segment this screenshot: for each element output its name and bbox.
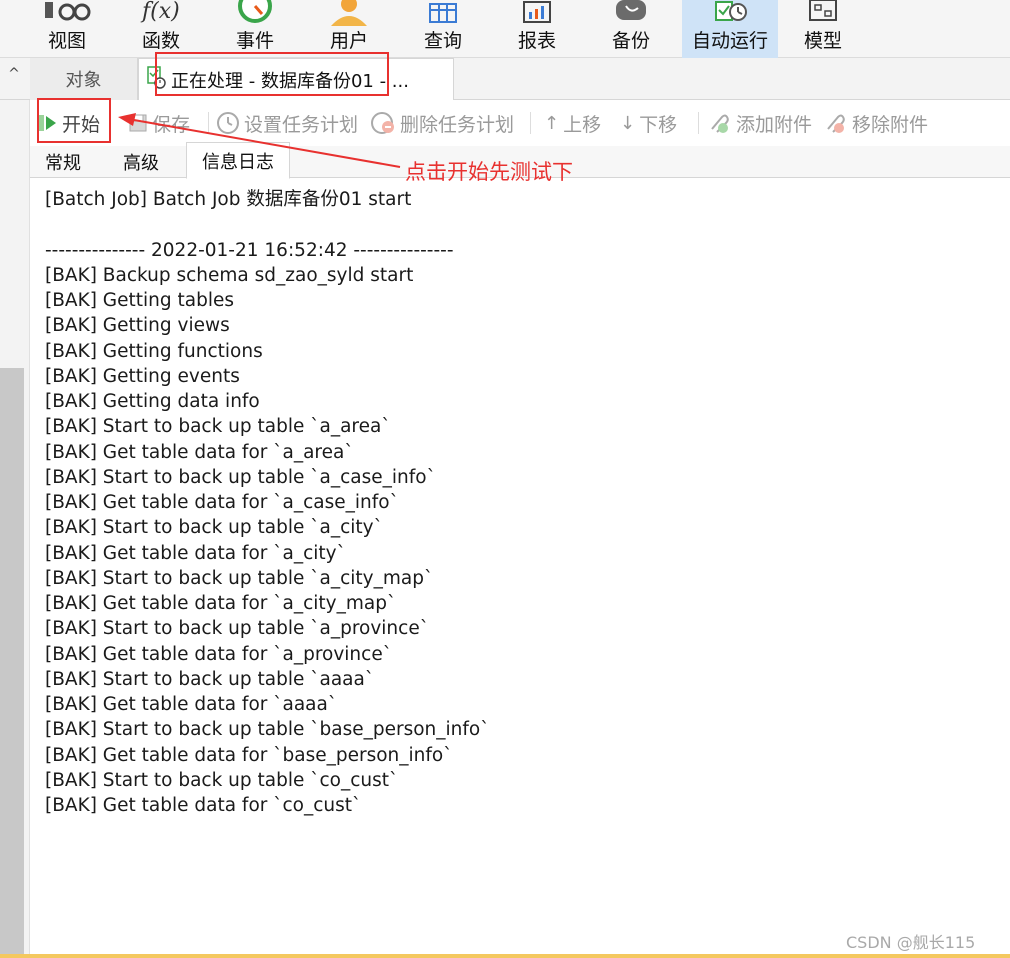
arrow-up-icon: ↑ <box>544 112 560 134</box>
toolbar-separator <box>530 112 531 134</box>
ribbon-automation-button[interactable]: 自动运行 <box>682 0 778 58</box>
move-up-label: 上移 <box>563 113 602 136</box>
delete-schedule-button[interactable]: 删除任务计划 <box>370 108 514 138</box>
log-line: [BAK] Get table data for `a_city_map` <box>45 593 397 614</box>
toolbar-separator <box>698 112 699 134</box>
log-line: --------------- 2022-01-21 16:52:42 ----… <box>45 239 454 261</box>
log-line: [BAK] Start to back up table `a_province… <box>45 618 429 640</box>
ribbon-function-label: 函数 <box>141 30 180 52</box>
log-line: [BAK] Get table data for `a_case_info` <box>45 492 399 513</box>
log-line: [BAK] Get table data for `aaaa` <box>45 694 338 715</box>
document-tab-strip: ^ 对象 正在处理 - 数据库备份01 - ... <box>0 58 1010 101</box>
ribbon-query-button[interactable]: 查询 <box>400 0 486 58</box>
bottom-strip <box>0 954 1010 958</box>
ribbon-function-button[interactable]: f(x) 函数 <box>118 0 204 58</box>
view-icon <box>24 0 110 26</box>
log-line: [BAK] Getting views <box>45 315 230 337</box>
log-line: [BAK] Backup schema sd_zao_syld start <box>45 264 414 286</box>
report-icon <box>494 0 580 26</box>
ribbon-automation-label: 自动运行 <box>691 30 768 52</box>
save-button[interactable]: 保存 <box>128 108 190 138</box>
move-down-label: 下移 <box>639 113 678 136</box>
ribbon-event-button[interactable]: 事件 <box>212 0 298 58</box>
function-icon: f(x) <box>118 0 204 26</box>
event-icon <box>212 0 298 26</box>
ribbon-model-label: 模型 <box>803 30 842 52</box>
ribbon-model-button[interactable]: 模型 <box>780 0 866 58</box>
set-schedule-button[interactable]: 设置任务计划 <box>216 108 358 138</box>
ribbon-report-button[interactable]: 报表 <box>494 0 580 58</box>
log-line: [BAK] Get table data for `co_cust` <box>45 795 362 816</box>
ribbon-view-label: 视图 <box>47 30 86 52</box>
move-down-button[interactable]: ↓ 下移 <box>620 108 677 138</box>
remove-attachment-label: 移除附件 <box>852 113 929 136</box>
log-line: [BAK] Get table data for `a_city` <box>45 542 346 564</box>
log-line: [BAK] Start to back up table `a_case_inf… <box>45 466 436 488</box>
backup-icon <box>588 0 674 26</box>
ribbon-toolbar: 视图 f(x) 函数 事件 用户 查询 报表 备份 自动运行 模型 <box>0 0 1010 58</box>
remove-attachment-button[interactable]: 移除附件 <box>822 108 928 138</box>
ribbon-event-label: 事件 <box>235 30 274 52</box>
left-panel-scrollbar[interactable] <box>0 368 24 958</box>
automation-icon <box>682 0 778 26</box>
ribbon-report-label: 报表 <box>517 30 556 52</box>
set-schedule-label: 设置任务计划 <box>244 113 359 136</box>
ribbon-user-label: 用户 <box>329 30 368 52</box>
tab-advanced[interactable]: 高级 <box>102 146 180 178</box>
log-line: [BAK] Start to back up table `a_area` <box>45 416 391 438</box>
tab-highlight-box <box>155 52 389 96</box>
log-line: [BAK] Get table data for `a_province` <box>45 643 392 665</box>
tab-objects[interactable]: 对象 <box>30 58 138 100</box>
tab-info-log[interactable]: 信息日志 <box>186 142 290 179</box>
model-icon <box>780 0 866 26</box>
log-line: [BAK] Getting events <box>45 365 240 387</box>
collapse-panel-button[interactable]: ^ <box>0 58 28 90</box>
delete-schedule-label: 删除任务计划 <box>400 113 515 136</box>
log-line: [BAK] Start to back up table `base_perso… <box>45 719 490 741</box>
query-icon <box>400 0 486 26</box>
log-line: [BAK] Start to back up table `a_city_map… <box>45 567 434 589</box>
annotation-text: 点击开始先测试下 <box>405 160 573 184</box>
log-line: [BAK] Start to back up table `co_cust` <box>45 769 399 791</box>
tab-general[interactable]: 常规 <box>30 146 96 178</box>
log-line: [BAK] Getting data info <box>45 391 260 412</box>
log-line: [Batch Job] Batch Job 数据库备份01 start <box>45 189 412 210</box>
clock-icon <box>216 111 240 135</box>
start-highlight-box <box>37 98 111 143</box>
paperclip-remove-icon <box>822 111 848 135</box>
move-up-button[interactable]: ↑ 上移 <box>544 108 601 138</box>
log-line: [BAK] Getting tables <box>45 290 235 311</box>
save-icon <box>128 112 148 134</box>
log-line: [BAK] Start to back up table `a_city` <box>45 517 383 539</box>
job-toolbar: 开始 保存 设置任务计划 删除任务计划 ↑ 上移 ↓ 下移 添加附件 移除附件 <box>30 100 1010 146</box>
log-line: [BAK] Get table data for `a_area` <box>45 441 354 463</box>
watermark: CSDN @舰长115 <box>846 933 976 952</box>
log-line: [BAK] Get table data for `base_person_in… <box>45 744 453 766</box>
add-attachment-label: 添加附件 <box>736 113 813 136</box>
user-icon <box>306 0 392 26</box>
ribbon-backup-label: 备份 <box>611 30 650 52</box>
clock-delete-icon <box>370 111 396 135</box>
paperclip-add-icon <box>706 111 732 135</box>
ribbon-user-button[interactable]: 用户 <box>306 0 392 58</box>
save-label: 保存 <box>152 113 191 136</box>
log-line: [BAK] Getting functions <box>45 340 263 362</box>
ribbon-backup-button[interactable]: 备份 <box>588 0 674 58</box>
info-log-content: [Batch Job] Batch Job 数据库备份01 start ----… <box>45 187 995 818</box>
svg-text:f(x): f(x) <box>140 0 180 24</box>
add-attachment-button[interactable]: 添加附件 <box>706 108 812 138</box>
toolbar-separator <box>208 112 209 134</box>
ribbon-view-button[interactable]: 视图 <box>24 0 110 58</box>
log-line: [BAK] Start to back up table `aaaa` <box>45 668 375 690</box>
ribbon-query-label: 查询 <box>423 30 462 52</box>
arrow-down-icon: ↓ <box>620 112 636 134</box>
